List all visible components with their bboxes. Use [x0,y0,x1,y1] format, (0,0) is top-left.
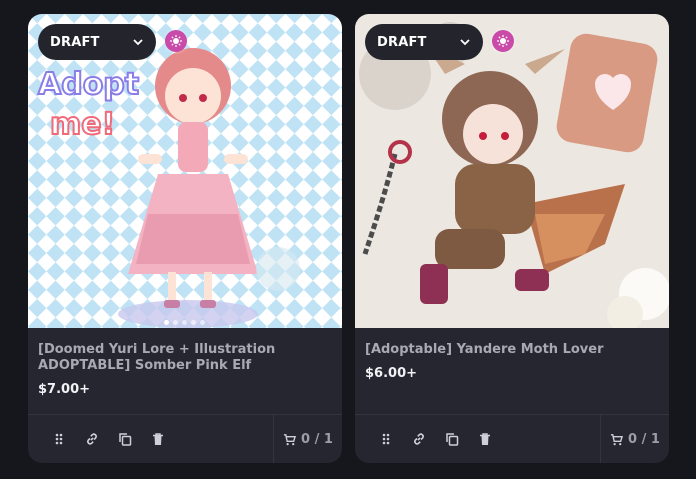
chevron-down-icon [133,39,143,46]
drag-handle-button[interactable] [42,425,75,453]
status-label: DRAFT [50,34,100,50]
duplicate-button[interactable] [108,425,141,453]
trash-icon [479,433,490,445]
image-carousel-dots[interactable] [164,320,205,325]
copy-link-button[interactable] [402,425,435,453]
chevron-down-icon [460,39,470,46]
listing-price: $7.00+ [38,382,91,397]
stock-count: 0 / 1 [628,431,660,447]
listing-title[interactable]: [Adoptable] Yandere Moth Lover [365,342,659,358]
carousel-dot[interactable] [173,320,178,325]
listing-card[interactable]: DRAFT [Adoptable] Yandere Moth Lover $6.… [355,14,669,463]
listing-card[interactable]: Adopt me! DRAFT [Doomed Yuri Lore + Illu… [28,14,342,463]
drag-handle-icon [55,433,62,445]
delete-button[interactable] [468,425,501,453]
link-icon [86,433,97,445]
sparkle-icon[interactable] [165,30,187,52]
drag-handle-icon [382,433,389,445]
copy-link-button[interactable] [75,425,108,453]
carousel-dot[interactable] [200,320,205,325]
link-icon [413,433,424,445]
status-dropdown[interactable]: DRAFT [38,24,156,60]
sparkle-icon[interactable] [492,30,514,52]
cart-icon [610,433,624,445]
carousel-dot[interactable] [164,320,169,325]
cart-icon [283,433,297,445]
trash-icon [152,433,163,445]
carousel-dot[interactable] [182,320,187,325]
card-toolbar: 0 / 1 [28,414,342,463]
listing-title[interactable]: [Doomed Yuri Lore + Illustration ADOPTAB… [38,342,332,374]
duplicate-icon [445,433,458,446]
duplicate-icon [118,433,131,446]
stock-count: 0 / 1 [301,431,333,447]
stock-indicator[interactable]: 0 / 1 [273,415,342,463]
adopt-text: me! [50,107,115,142]
status-dropdown[interactable]: DRAFT [365,24,483,60]
carousel-dot[interactable] [191,320,196,325]
adopt-text: Adopt [38,67,139,102]
listing-price: $6.00+ [365,366,418,381]
listing-image[interactable] [355,14,669,328]
stock-indicator[interactable]: 0 / 1 [600,415,669,463]
delete-button[interactable] [141,425,174,453]
listing-image[interactable]: Adopt me! [28,14,342,328]
status-label: DRAFT [377,34,427,50]
drag-handle-button[interactable] [369,425,402,453]
card-toolbar: 0 / 1 [355,414,669,463]
duplicate-button[interactable] [435,425,468,453]
